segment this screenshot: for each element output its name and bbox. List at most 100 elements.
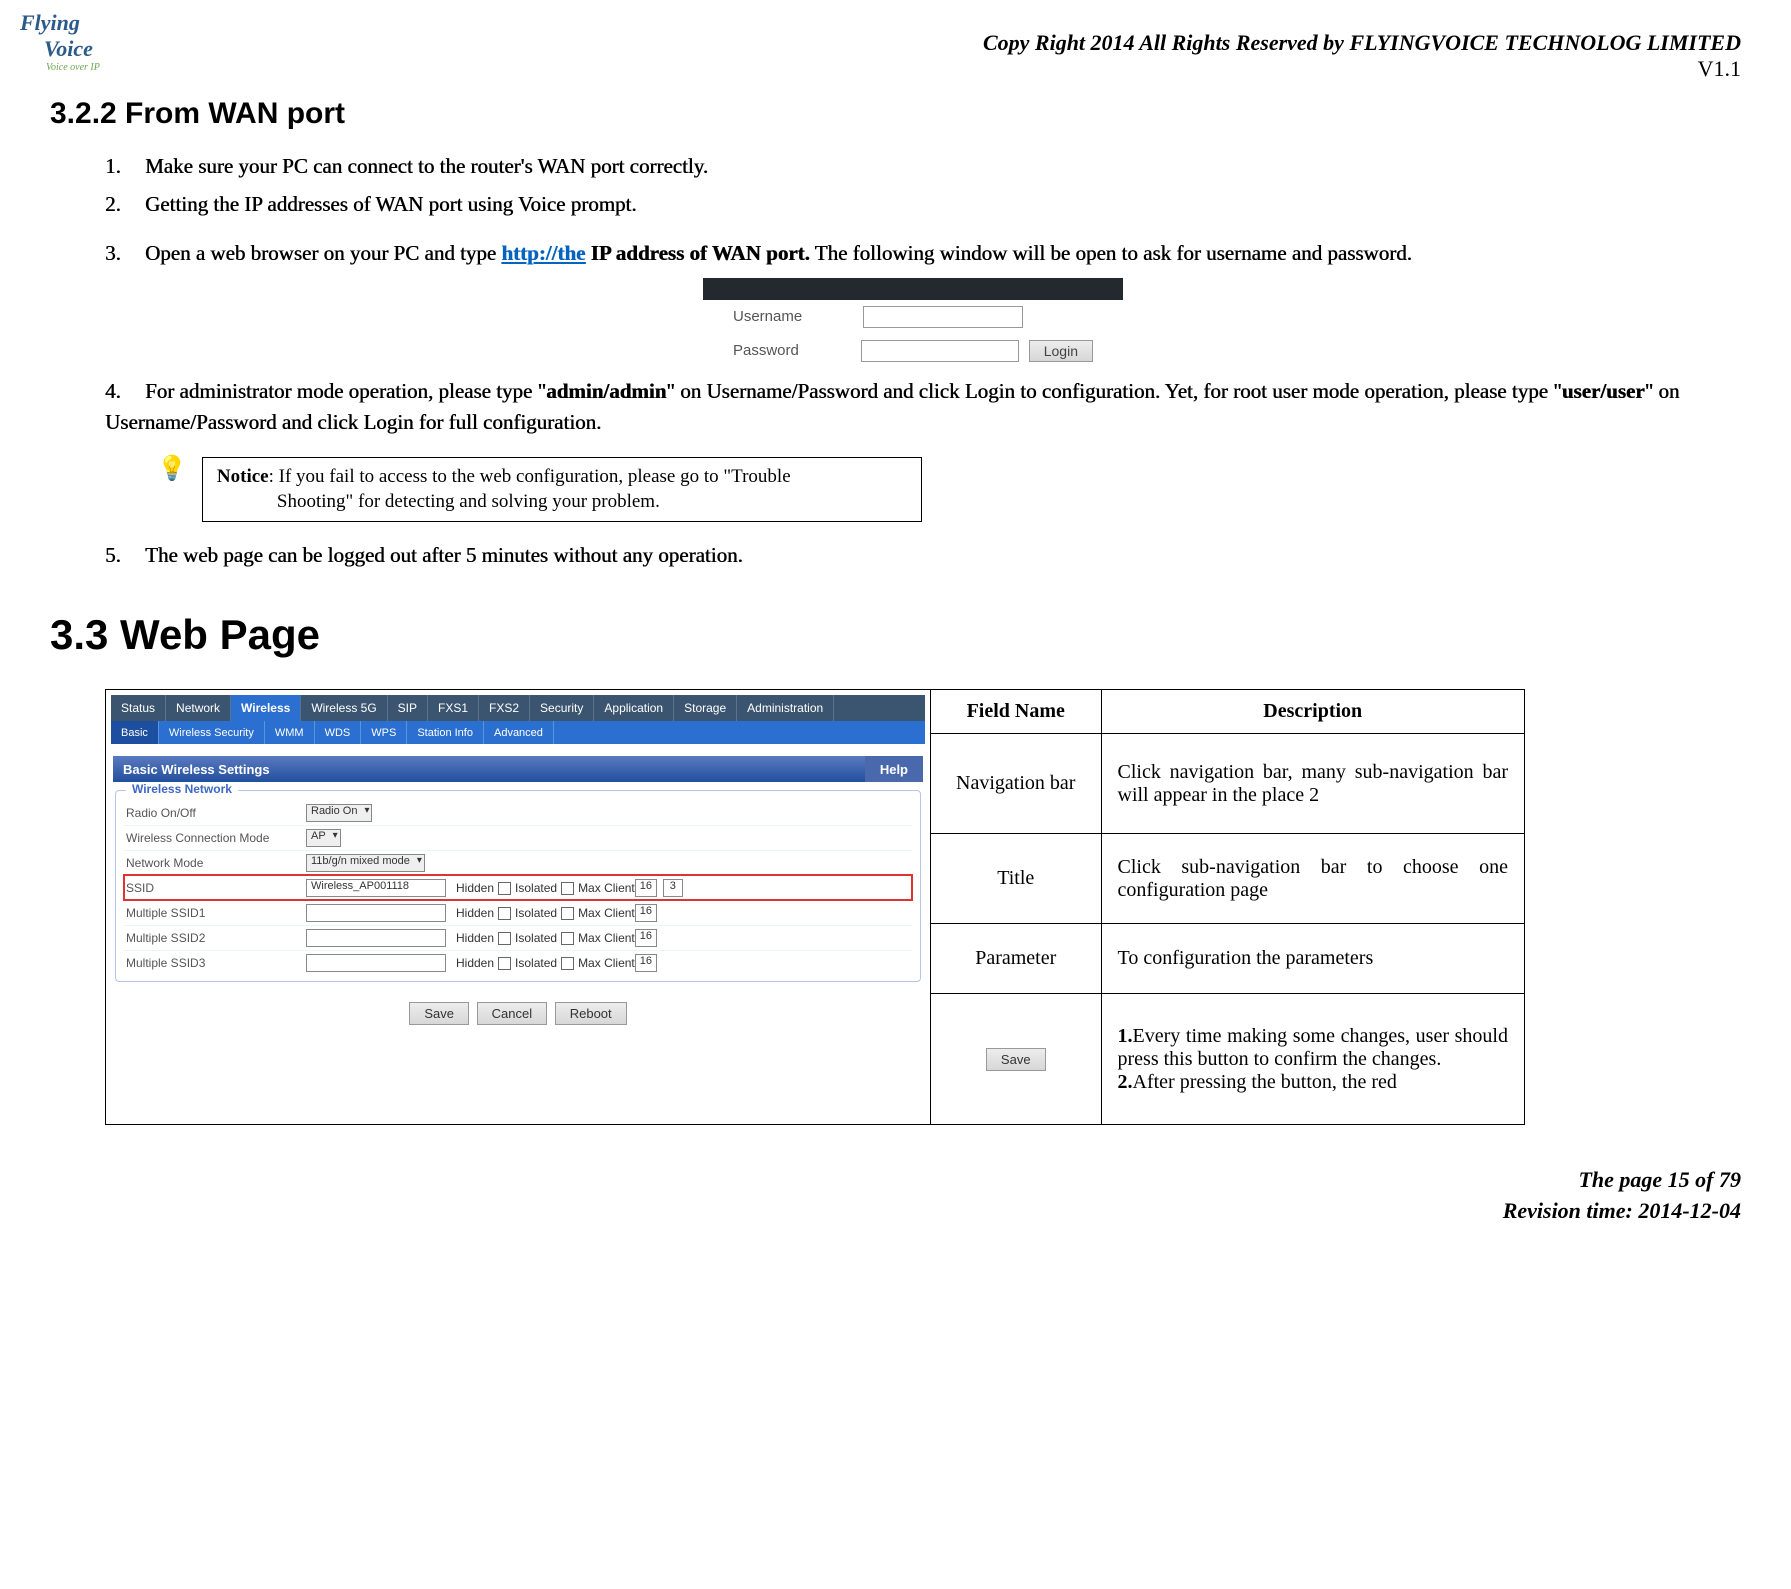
isolated-checkbox[interactable] (561, 932, 574, 945)
step-text: Make sure your PC can connect to the rou… (145, 154, 708, 178)
footer-rev: Revision time: 2014-12-04 (50, 1196, 1741, 1227)
table-header-row: Field Name Description (931, 690, 1524, 734)
mssid1-label: Multiple SSID1 (126, 906, 306, 920)
step-4: 4.For administrator mode operation, plea… (105, 376, 1721, 439)
mssid3-input[interactable] (306, 954, 446, 972)
netmode-label: Network Mode (126, 856, 306, 870)
username-input[interactable] (863, 306, 1023, 328)
notice-box: Notice: If you fail to access to the web… (202, 457, 922, 522)
row-mssid2: Multiple SSID2 Hidden Isolated Max Clien… (124, 925, 912, 950)
username-row: Username (703, 300, 1123, 334)
notice-line2: Shooting" for detecting and solving your… (277, 489, 907, 515)
tab-fxs2[interactable]: FXS2 (479, 695, 530, 721)
netmode-select[interactable]: 11b/g/n mixed mode (306, 854, 425, 872)
step-2: 2.Getting the IP addresses of WAN port u… (105, 189, 1721, 221)
rui-body: Basic Wireless Settings Help Wireless Ne… (111, 744, 925, 1035)
fieldset-legend: Wireless Network (126, 782, 238, 796)
notice-block: 💡 Notice: If you fail to access to the w… (157, 457, 1721, 522)
maxclient-input[interactable]: 16 (635, 879, 657, 897)
tab-network[interactable]: Network (166, 695, 231, 721)
maxclient-input[interactable]: 16 (635, 929, 657, 947)
logo-line2: Voice (44, 36, 140, 62)
webpage-layout: Status Network Wireless Wireless 5G SIP … (105, 689, 1525, 1125)
maxclient-extra[interactable]: 3 (663, 879, 683, 897)
maxclient-label: Max Client (578, 956, 635, 970)
username-label: Username (733, 308, 863, 325)
logo-line1: Flying (20, 10, 140, 36)
desc-save: 1.Every time making some changes, user s… (1101, 994, 1524, 1124)
mssid1-input[interactable] (306, 904, 446, 922)
maxclient-label: Max Client (578, 906, 635, 920)
maxclient-input[interactable]: 16 (635, 904, 657, 922)
password-label: Password (733, 342, 861, 359)
wan-url-link[interactable]: http://the (501, 241, 585, 265)
row-mssid1: Multiple SSID1 Hidden Isolated Max Clien… (124, 900, 912, 925)
subtab-advanced[interactable]: Advanced (484, 721, 554, 744)
subtab-wmm[interactable]: WMM (265, 721, 315, 744)
nav-bar-secondary: Basic Wireless Security WMM WDS WPS Stat… (111, 721, 925, 744)
footer-page: The page 15 of 79 (50, 1165, 1741, 1196)
row-ssid: SSID Wireless_AP001118 Hidden Isolated M… (124, 875, 912, 900)
isolated-checkbox[interactable] (561, 957, 574, 970)
subtab-wds[interactable]: WDS (315, 721, 362, 744)
isolated-checkbox[interactable] (561, 907, 574, 920)
hidden-label: Hidden (456, 956, 494, 970)
subtab-station-info[interactable]: Station Info (407, 721, 484, 744)
row-mode: Wireless Connection Mode AP (124, 825, 912, 850)
field-param: Parameter (931, 924, 1101, 994)
help-button[interactable]: Help (865, 756, 923, 782)
tab-wireless5g[interactable]: Wireless 5G (301, 695, 387, 721)
radio-label: Radio On/Off (126, 806, 306, 820)
tab-security[interactable]: Security (530, 695, 594, 721)
maxclient-label: Max Client (578, 931, 635, 945)
tab-fxs1[interactable]: FXS1 (428, 695, 479, 721)
hidden-label: Hidden (456, 931, 494, 945)
step-num: 1. (105, 151, 145, 183)
hidden-label: Hidden (456, 881, 494, 895)
cancel-button[interactable]: Cancel (477, 1002, 547, 1025)
panel-title: Basic Wireless Settings (123, 762, 270, 777)
tab-sip[interactable]: SIP (388, 695, 428, 721)
save-sample-button[interactable]: Save (986, 1048, 1046, 1071)
login-top-bar (703, 278, 1123, 300)
hidden-checkbox[interactable] (498, 882, 511, 895)
password-input[interactable] (861, 340, 1019, 362)
logo-tagline: Voice over IP (46, 62, 140, 73)
tab-application[interactable]: Application (594, 695, 674, 721)
subtab-wireless-security[interactable]: Wireless Security (159, 721, 265, 744)
login-button[interactable]: Login (1029, 340, 1093, 362)
tab-status[interactable]: Status (111, 695, 166, 721)
bulb-icon: 💡 (157, 457, 187, 481)
hidden-checkbox[interactable] (498, 907, 511, 920)
tab-administration[interactable]: Administration (737, 695, 834, 721)
footer-buttons: Save Cancel Reboot (111, 984, 925, 1035)
subtab-wps[interactable]: WPS (361, 721, 407, 744)
field-nav: Navigation bar (931, 734, 1101, 834)
mssid2-input[interactable] (306, 929, 446, 947)
ssid-input[interactable]: Wireless_AP001118 (306, 879, 446, 897)
tab-wireless[interactable]: Wireless (231, 695, 301, 721)
section-322-list: 1.Make sure your PC can connect to the r… (105, 151, 1721, 571)
password-row: Password Login (703, 334, 1123, 368)
step-3: 3.Open a web browser on your PC and type… (105, 238, 1721, 270)
step-text: Open a web browser on your PC and type h… (145, 241, 1412, 265)
version: V1.1 (50, 56, 1741, 82)
hidden-checkbox[interactable] (498, 932, 511, 945)
tab-storage[interactable]: Storage (674, 695, 737, 721)
save-button[interactable]: Save (409, 1002, 469, 1025)
notice-line1: : If you fail to access to the web confi… (269, 466, 791, 487)
hidden-checkbox[interactable] (498, 957, 511, 970)
mode-select[interactable]: AP (306, 829, 341, 847)
maxclient-input[interactable]: 16 (635, 954, 657, 972)
description-panel: Field Name Description Navigation bar Cl… (931, 690, 1524, 1124)
desc-nav: Click navigation bar, many sub-navigatio… (1101, 734, 1524, 834)
subtab-basic[interactable]: Basic (111, 721, 159, 744)
step-text: For administrator mode operation, please… (105, 379, 1679, 435)
desc-param: To configuration the parameters (1101, 924, 1524, 994)
reboot-button[interactable]: Reboot (555, 1002, 627, 1025)
radio-select[interactable]: Radio On (306, 804, 372, 822)
panel-title-bar: Basic Wireless Settings Help (113, 756, 923, 782)
step-1: 1.Make sure your PC can connect to the r… (105, 151, 1721, 183)
field-save: Save (931, 994, 1101, 1124)
isolated-checkbox[interactable] (561, 882, 574, 895)
